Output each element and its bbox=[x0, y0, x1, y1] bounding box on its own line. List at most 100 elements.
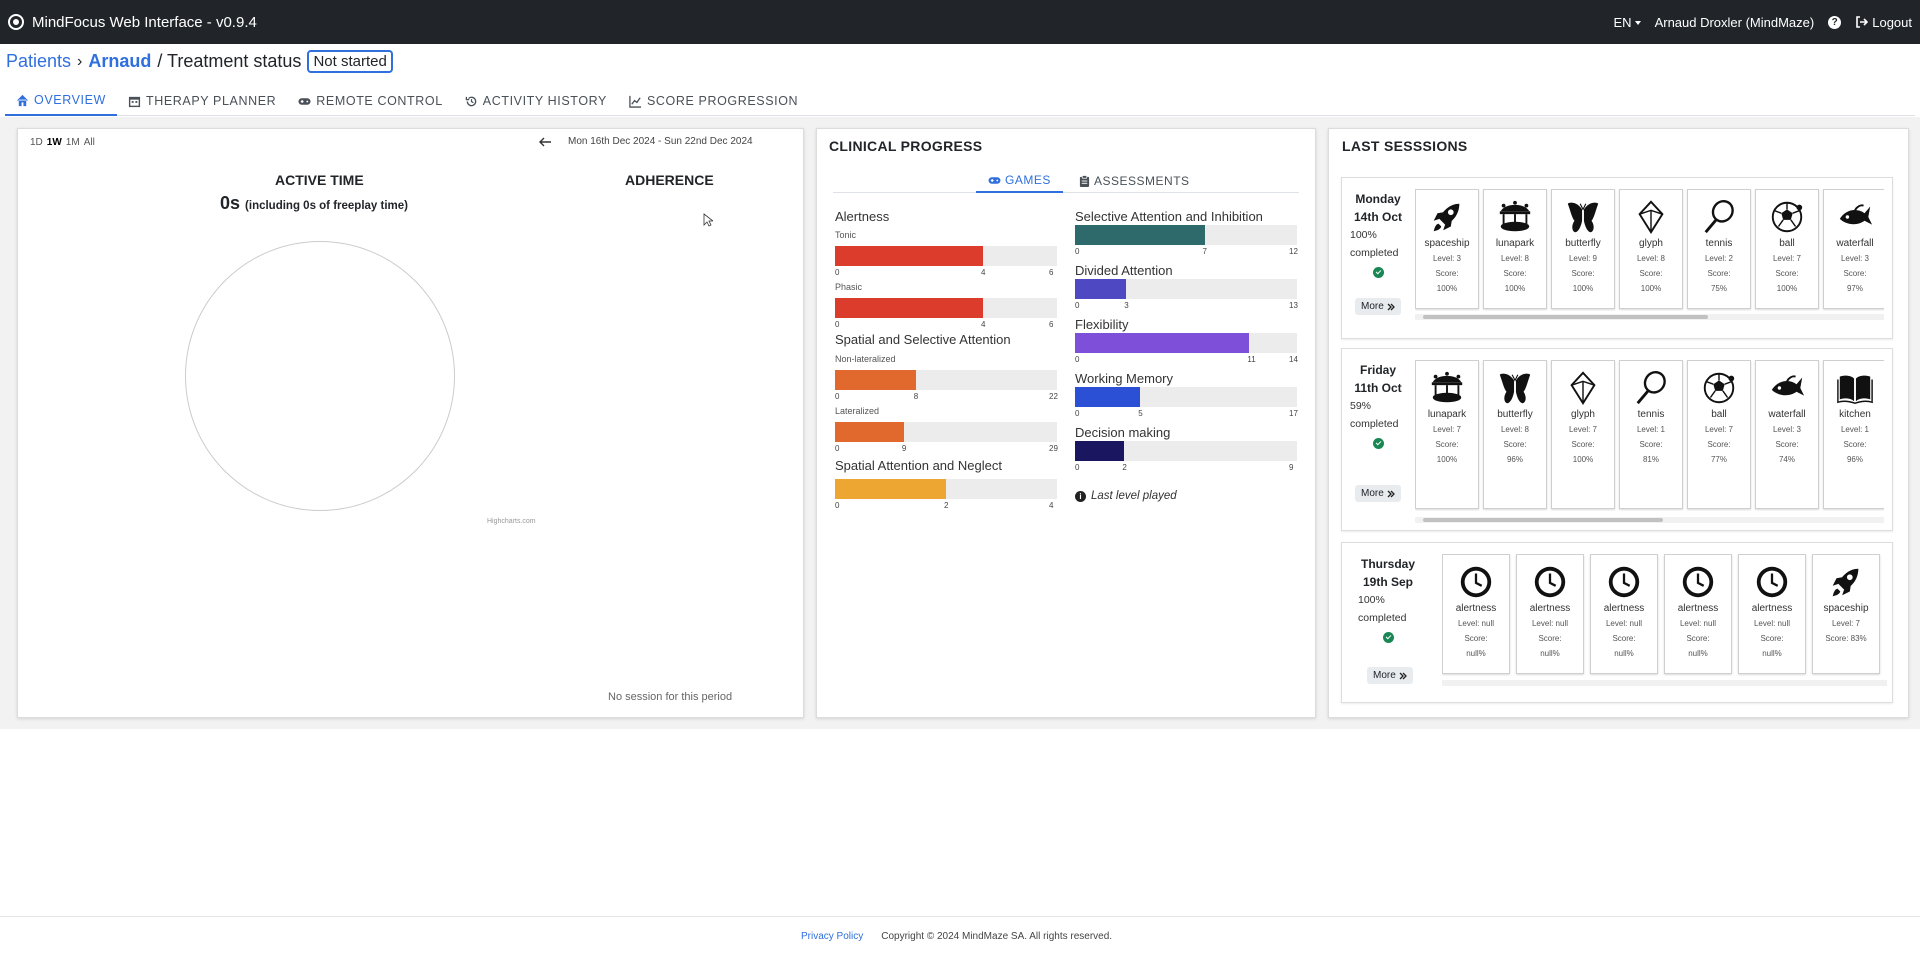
skill-left-3-min-tick: 0 bbox=[835, 444, 840, 453]
range-1m[interactable]: 1M bbox=[66, 137, 80, 148]
session-percent: 59% bbox=[1350, 400, 1372, 412]
range-1d[interactable]: 1D bbox=[30, 137, 43, 148]
game-card-alertness[interactable]: alertness Level: null Score: null% bbox=[1738, 554, 1806, 674]
skill-right-1-fill bbox=[1075, 279, 1127, 299]
skill-right-4-max-tick: 9 bbox=[1289, 463, 1294, 472]
horizontal-scrollbar[interactable] bbox=[1415, 314, 1884, 320]
session-games-strip[interactable]: lunapark Level: 7 Score: 100% butterfly Level… bbox=[1415, 360, 1884, 511]
overview-card: 1D 1W 1M All Mon 16th Dec 2024 - Sun 22n… bbox=[17, 128, 804, 718]
tab-overview[interactable]: OVERVIEW bbox=[5, 86, 117, 116]
game-level: Level: 7 bbox=[1704, 425, 1734, 434]
brand[interactable]: MindFocus Web Interface - v0.9.4 bbox=[8, 14, 257, 31]
game-level: Level: 3 bbox=[1772, 425, 1802, 434]
game-card-alertness[interactable]: alertness Level: null Score: null% bbox=[1516, 554, 1584, 674]
scrollbar-thumb[interactable] bbox=[1423, 315, 1708, 319]
session-percent: 100% bbox=[1358, 594, 1385, 606]
game-card-tennis[interactable]: tennis Level: 1 Score: 81% bbox=[1619, 360, 1683, 509]
skill-right-0-bar bbox=[1075, 225, 1297, 245]
tab-overview-label: OVERVIEW bbox=[34, 93, 106, 107]
game-name: alertness bbox=[1529, 603, 1571, 614]
carousel-icon bbox=[1431, 371, 1463, 403]
session-more-button[interactable]: More bbox=[1355, 298, 1401, 315]
rocket-icon bbox=[1832, 568, 1859, 597]
domain-label-right-1: Divided Attention bbox=[1075, 263, 1173, 278]
game-score-label: Score: bbox=[1775, 440, 1799, 449]
double-chevron-right-icon bbox=[1387, 490, 1395, 497]
fish-icon bbox=[1771, 375, 1805, 396]
chart-credits[interactable]: Highcharts.com bbox=[487, 518, 536, 525]
game-name: lunapark bbox=[1427, 409, 1467, 420]
tab-activity-history-label: ACTIVITY HISTORY bbox=[482, 94, 607, 108]
range-1w[interactable]: 1W bbox=[47, 137, 62, 148]
session-more-button[interactable]: More bbox=[1355, 485, 1401, 502]
tab-remote-control[interactable]: REMOTE CONTROL bbox=[287, 86, 453, 116]
session-games-strip[interactable]: spaceship Level: 3 Score: 100% lunapark Level… bbox=[1415, 189, 1884, 311]
game-name: lunapark bbox=[1495, 238, 1535, 249]
game-score-label: Score: bbox=[1707, 440, 1731, 449]
sign-out-icon bbox=[1856, 16, 1869, 28]
tab-score-progression-label: SCORE PROGRESSION bbox=[646, 94, 799, 108]
game-card-waterfall[interactable]: waterfall Level: 3 Score: 74% bbox=[1755, 360, 1819, 509]
game-card-kitchen[interactable]: kitchen Level: 1 Score: 96% bbox=[1823, 360, 1884, 509]
game-score-label: Score: bbox=[1639, 440, 1663, 449]
game-card-ball[interactable]: ball Level: 7 Score: 77% bbox=[1687, 360, 1751, 509]
arrow-left-icon[interactable] bbox=[538, 137, 552, 147]
skill-right-3-fill bbox=[1075, 387, 1141, 407]
tab-assessments[interactable]: ASSESSMENTS bbox=[1073, 169, 1196, 193]
skill-right-1-max-tick: 13 bbox=[1289, 301, 1298, 310]
range-all[interactable]: All bbox=[84, 137, 95, 148]
tab-games[interactable]: GAMES bbox=[976, 169, 1063, 193]
game-card-ball[interactable]: ball Level: 7 Score: 100% bbox=[1755, 189, 1819, 309]
domain-label-left-0: Alertness bbox=[835, 209, 890, 224]
clock-icon bbox=[1756, 566, 1788, 598]
carousel-icon bbox=[1499, 200, 1531, 232]
horizontal-scrollbar[interactable] bbox=[1442, 680, 1887, 686]
rocket-icon bbox=[1433, 203, 1460, 232]
game-card-butterfly[interactable]: butterfly Level: 9 Score: 100% bbox=[1551, 189, 1615, 309]
skill-right-3-value-tick: 5 bbox=[1138, 409, 1143, 418]
game-card-alertness[interactable]: alertness Level: null Score: null% bbox=[1442, 554, 1510, 674]
info-circle-icon: i bbox=[1075, 490, 1086, 502]
game-card-spaceship[interactable]: spaceship Level: 7 Score: 83% bbox=[1812, 554, 1880, 674]
chevron-right-icon: › bbox=[77, 52, 83, 70]
session-day: Monday bbox=[1355, 192, 1401, 206]
home-icon bbox=[16, 94, 29, 106]
game-card-glyph[interactable]: glyph Level: 8 Score: 100% bbox=[1619, 189, 1683, 309]
logout-label: Logout bbox=[1872, 14, 1912, 30]
skill-left-3-bar bbox=[835, 422, 1057, 442]
tennis-racket-icon bbox=[1704, 199, 1734, 234]
session-more-button[interactable]: More bbox=[1367, 667, 1413, 684]
question-circle-icon[interactable]: ? bbox=[1828, 15, 1842, 29]
privacy-policy-link[interactable]: Privacy Policy bbox=[801, 931, 863, 942]
logout-link[interactable]: Logout bbox=[1855, 15, 1912, 30]
session-games-strip[interactable]: alertness Level: null Score: null% alertness… bbox=[1442, 554, 1887, 676]
game-level: Level: 1 bbox=[1840, 425, 1870, 434]
skill-left-1-fill bbox=[835, 298, 983, 318]
game-name: glyph bbox=[1639, 238, 1663, 249]
tab-activity-history[interactable]: ACTIVITY HISTORY bbox=[454, 86, 618, 116]
game-score-label: Score: bbox=[1571, 440, 1595, 449]
gamepad-icon bbox=[298, 97, 311, 105]
game-card-lunapark[interactable]: lunapark Level: 8 Score: 100% bbox=[1483, 189, 1547, 309]
language-dropdown[interactable]: EN bbox=[1614, 15, 1641, 30]
game-score-label: Score: bbox=[1843, 440, 1867, 449]
game-card-waterfall[interactable]: waterfall Level: 3 Score: 97% bbox=[1823, 189, 1884, 309]
game-card-butterfly[interactable]: butterfly Level: 8 Score: 96% bbox=[1483, 360, 1547, 509]
tab-score-progression[interactable]: SCORE PROGRESSION bbox=[618, 86, 809, 116]
game-card-spaceship[interactable]: spaceship Level: 3 Score: 100% bbox=[1415, 189, 1479, 309]
game-card-alertness[interactable]: alertness Level: null Score: null% bbox=[1590, 554, 1658, 674]
game-card-lunapark[interactable]: lunapark Level: 7 Score: 100% bbox=[1415, 360, 1479, 509]
scrollbar-thumb[interactable] bbox=[1423, 518, 1663, 522]
game-card-alertness[interactable]: alertness Level: null Score: null% bbox=[1664, 554, 1732, 674]
session-date: 14th Oct bbox=[1353, 210, 1402, 224]
tab-therapy-planner[interactable]: THERAPY PLANNER bbox=[117, 86, 287, 116]
game-level: Level: null bbox=[1679, 619, 1717, 628]
game-card-tennis[interactable]: tennis Level: 2 Score: 75% bbox=[1687, 189, 1751, 309]
breadcrumb-patients[interactable]: Patients bbox=[6, 51, 71, 72]
game-score-value: 100% bbox=[1572, 455, 1594, 464]
game-level: Level: 7 bbox=[1568, 425, 1598, 434]
game-card-glyph[interactable]: glyph Level: 7 Score: 100% bbox=[1551, 360, 1615, 509]
horizontal-scrollbar[interactable] bbox=[1415, 517, 1884, 523]
breadcrumb-patient[interactable]: Arnaud bbox=[88, 51, 151, 72]
game-name: waterfall bbox=[1836, 238, 1874, 249]
